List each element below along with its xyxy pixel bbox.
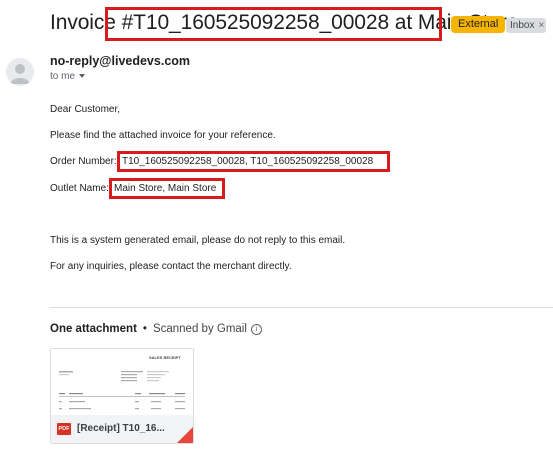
info-icon[interactable]: i bbox=[250, 324, 262, 335]
receipt-preview-icon bbox=[59, 371, 185, 410]
recipient-toggle[interactable]: to me bbox=[50, 71, 86, 82]
greeting: Dear Customer, bbox=[50, 104, 121, 115]
disclaimer-text: This is a system generated email, please… bbox=[50, 235, 346, 246]
inbox-label-text: Inbox bbox=[510, 20, 535, 31]
attachment-footer: PDF [Receipt] T10_16... bbox=[51, 415, 193, 443]
intro-text: Please find the attached invoice for you… bbox=[50, 130, 276, 141]
order-number-value: T10_160525092258_00028, T10_160525092258… bbox=[122, 156, 374, 167]
pdf-icon: PDF bbox=[57, 423, 71, 435]
default-avatar-icon bbox=[10, 64, 30, 84]
sender-email[interactable]: no-reply@livedevs.com bbox=[50, 54, 190, 68]
order-number-line: Order Number: bbox=[50, 156, 117, 167]
attachment-thumbnail: SALES RECEIPT bbox=[51, 349, 193, 415]
external-label: External bbox=[451, 16, 506, 33]
chevron-down-icon bbox=[79, 74, 86, 79]
sender-avatar[interactable] bbox=[6, 58, 34, 86]
remove-label-icon[interactable]: × bbox=[538, 20, 544, 31]
attachments-count: One attachment bbox=[50, 323, 137, 335]
outlet-name-line: Outlet Name: bbox=[50, 183, 109, 194]
attachments-heading: One attachment • Scanned by Gmail i bbox=[50, 323, 262, 335]
outlet-name-label: Outlet Name: bbox=[50, 183, 109, 194]
recipient-text: to me bbox=[50, 71, 76, 82]
inbox-label[interactable]: Inbox × bbox=[506, 18, 547, 33]
attachment-card[interactable]: SALES RECEIPT PDF [Receipt] T10_16... bbox=[50, 348, 194, 444]
order-number-label: Order Number: bbox=[50, 156, 117, 167]
attachments-divider bbox=[50, 307, 553, 308]
page-fold-icon bbox=[177, 427, 193, 443]
subject-highlight-box bbox=[105, 7, 442, 41]
attachment-filename: [Receipt] T10_16... bbox=[77, 423, 165, 434]
scanned-by-gmail: Scanned by Gmail bbox=[152, 323, 247, 335]
separator-dot: • bbox=[142, 323, 147, 335]
outlet-name-value: Main Store, Main Store bbox=[114, 183, 217, 194]
contact-text: For any inquiries, please contact the me… bbox=[50, 261, 292, 272]
